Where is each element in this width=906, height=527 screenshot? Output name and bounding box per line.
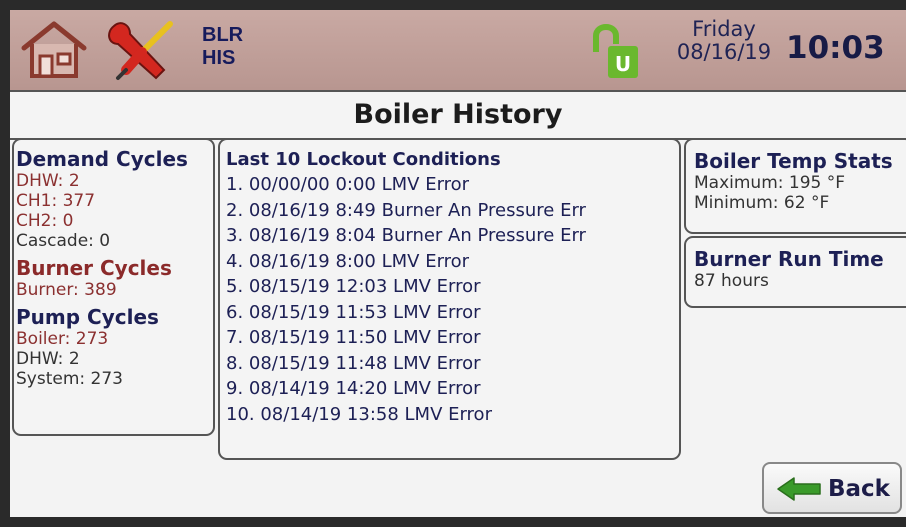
demand-cycle-item: CH1: 377 [16,191,96,211]
back-button[interactable]: Back [762,462,902,514]
home-icon [21,21,87,78]
lockout-row: 10. 08/14/19 13:58 LMV Error [226,403,492,425]
burner-cycle-item: Burner: 389 [16,280,117,300]
temp-stats-panel: Boiler Temp Stats Maximum: 195 °F Minimu… [684,138,906,234]
lockout-row: 3. 08/16/19 8:04 Burner An Pressure Err [226,225,586,246]
lockout-row: 1. 00/00/00 0:00 LMV Error [226,174,470,195]
temp-max: Maximum: 195 °F [694,173,846,193]
touch-screen: BLR HIS U Friday 08/16/19 10:03 Boiler H… [10,10,906,517]
lockout-row: 7. 08/15/19 11:50 LMV Error [226,327,481,348]
pump-cycles-title: Pump Cycles [16,305,159,329]
lockout-row: 4. 08/16/19 8:00 LMV Error [226,250,470,272]
pump-cycle-item: DHW: 2 [16,349,80,369]
temp-stats-title: Boiler Temp Stats [694,149,893,173]
header-bar: BLR HIS U Friday 08/16/19 10:03 [10,10,906,90]
mode-label: BLR HIS [202,24,272,70]
pump-cycle-item: System: 273 [16,369,123,389]
lockout-row: 5. 08/15/19 12:03 LMV Error [226,276,481,297]
tools-icon [108,21,173,80]
home-button[interactable] [18,18,90,82]
lockout-row: 9. 08/14/19 14:20 LMV Error [226,378,481,399]
svg-text:U: U [615,52,631,76]
page-title: Boiler History [353,99,563,130]
unlock-button[interactable]: U [590,22,644,82]
demand-cycle-item: CH2: 0 [16,211,74,231]
back-arrow-icon [777,477,821,501]
page-title-bar: Boiler History [10,90,906,140]
lockout-title: Last 10 Lockout Conditions [226,149,501,170]
run-time-title: Burner Run Time [694,247,884,271]
lockout-panel: Last 10 Lockout Conditions 1. 00/00/00 0… [218,138,681,460]
date-label: 08/16/19 [676,40,772,64]
lockout-row: 6. 08/15/19 11:53 LMV Error [226,301,481,323]
back-button-label: Back [828,476,890,502]
cycles-panel: Demand Cycles DHW: 2 CH1: 377 CH2: 0 Cas… [12,138,215,436]
lockout-row: 8. 08/15/19 11:48 LMV Error [226,352,481,374]
mode-line-2: HIS [202,47,236,69]
clock-time: 10:03 [786,30,885,66]
run-time-panel: Burner Run Time 87 hours [684,236,906,308]
demand-cycle-item: Cascade: 0 [16,231,111,251]
demand-cycles-title: Demand Cycles [16,147,188,171]
temp-min: Minimum: 62 °F [694,193,830,213]
demand-cycle-item: DHW: 2 [16,171,80,191]
date-display: Friday 08/16/19 [666,18,782,64]
settings-tools-button[interactable] [100,16,178,84]
lockout-row: 2. 08/16/19 8:49 Burner An Pressure Err [226,199,586,221]
day-label: Friday [692,17,756,41]
pump-cycle-item: Boiler: 273 [16,329,109,349]
unlock-icon: U [593,24,638,78]
mode-line-1: BLR [202,24,244,46]
burner-cycles-title: Burner Cycles [16,256,172,280]
run-time-value: 87 hours [694,271,769,291]
